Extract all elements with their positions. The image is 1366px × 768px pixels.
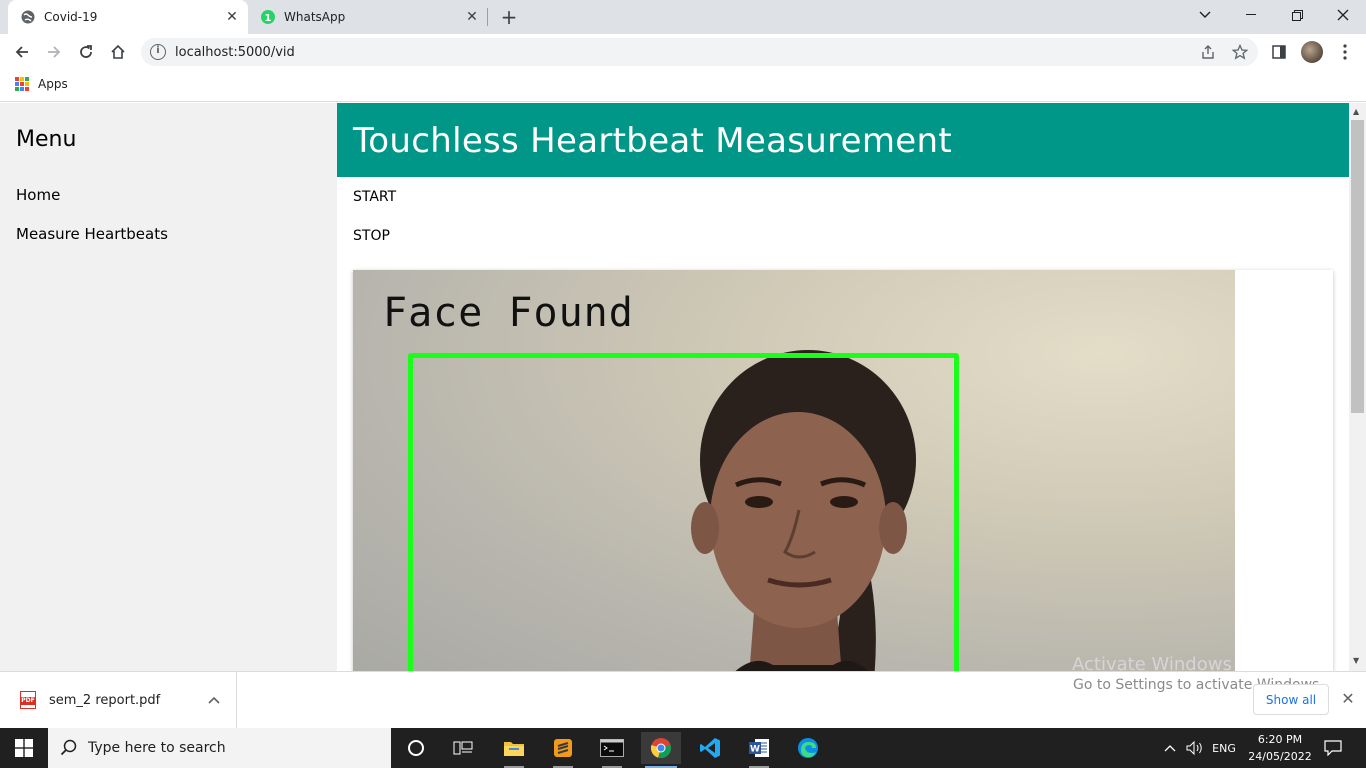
side-panel-icon[interactable] (1268, 41, 1290, 63)
face-found-label: Face Found (383, 290, 634, 336)
cortana-icon[interactable] (396, 732, 436, 764)
profile-avatar[interactable] (1301, 41, 1323, 63)
minimize-button[interactable] (1228, 0, 1274, 30)
download-file-name: sem_2 report.pdf (49, 692, 161, 708)
page-title: Touchless Heartbeat Measurement (353, 121, 953, 161)
show-all-button[interactable]: Show all (1253, 684, 1329, 715)
scroll-down-arrow-icon[interactable]: ▼ (1353, 656, 1359, 665)
system-clock[interactable]: 6:20 PM 24/05/2022 (1248, 731, 1312, 765)
sidebar-title: Menu (16, 127, 77, 152)
new-tab-button[interactable]: + (498, 5, 520, 29)
tab-separator (487, 8, 488, 26)
sidebar-item-measure-heartbeats[interactable]: Measure Heartbeats (16, 225, 168, 243)
show-hidden-icons-chevron-icon[interactable] (1160, 728, 1180, 768)
face-detection-box (408, 353, 959, 671)
bookmarks-bar: Apps (0, 70, 1366, 102)
chrome-icon[interactable] (641, 732, 681, 768)
bookmark-star-icon[interactable] (1230, 42, 1250, 62)
page-scrollbar[interactable]: ▲ ▼ (1349, 103, 1366, 671)
start-menu-button[interactable] (0, 728, 48, 768)
close-download-bar-icon[interactable]: ✕ (1338, 688, 1358, 708)
language-indicator[interactable]: ENG (1208, 728, 1240, 768)
web-page: Menu Home Measure Heartbeats Touchless H… (0, 103, 1366, 671)
restore-button[interactable] (1274, 0, 1320, 30)
more-menu-icon[interactable] (1334, 41, 1356, 63)
close-window-button[interactable] (1320, 0, 1366, 30)
scrollbar-thumb[interactable] (1351, 120, 1364, 413)
search-placeholder: Type here to search (88, 740, 226, 756)
tab-search-icon[interactable] (1182, 0, 1228, 30)
home-button[interactable] (104, 38, 132, 66)
close-tab-icon[interactable]: ✕ (462, 7, 482, 27)
download-bar: Activate Windows Go to Settings to activ… (0, 654, 1366, 728)
sidebar-item-home[interactable]: Home (16, 186, 60, 204)
clock-time: 6:20 PM (1257, 733, 1303, 746)
forward-button[interactable] (40, 38, 68, 66)
taskbar: Type here to search W ENG 6:20 PM 24/05/… (0, 728, 1366, 768)
tab-title: WhatsApp (284, 10, 346, 24)
apps-shortcut[interactable]: Apps (15, 77, 68, 91)
apps-label: Apps (38, 77, 68, 91)
taskbar-search[interactable]: Type here to search (48, 728, 391, 768)
download-item[interactable]: PDF sem_2 report.pdf (0, 672, 237, 728)
video-feed: Face Found (353, 270, 1235, 671)
chevron-up-icon[interactable] (204, 693, 224, 707)
stop-button[interactable]: STOP (353, 228, 390, 244)
scroll-up-arrow-icon[interactable]: ▲ (1353, 107, 1359, 116)
search-icon (60, 739, 77, 756)
word-icon[interactable]: W (739, 732, 779, 768)
windows-logo-icon (15, 739, 33, 757)
terminal-icon[interactable] (592, 732, 632, 768)
pdf-file-icon: PDF (20, 691, 36, 709)
page-header: Touchless Heartbeat Measurement (337, 103, 1349, 177)
task-view-icon[interactable] (443, 732, 483, 764)
apps-grid-icon (15, 77, 29, 91)
clock-date: 24/05/2022 (1248, 750, 1312, 763)
reload-button[interactable] (72, 38, 100, 66)
tab-whatsapp[interactable]: 1 WhatsApp ✕ (248, 0, 488, 34)
file-explorer-icon[interactable] (494, 732, 534, 768)
sublime-text-icon[interactable] (543, 732, 583, 768)
sidebar: Menu Home Measure Heartbeats (0, 103, 337, 671)
edge-icon[interactable] (788, 732, 828, 764)
address-url[interactable]: localhost:5000/vid (175, 45, 295, 60)
share-icon[interactable] (1198, 42, 1218, 62)
tab-covid-19[interactable]: Covid-19 ✕ (8, 0, 248, 34)
svg-text:W: W (750, 745, 760, 755)
tab-strip: Covid-19 ✕ 1 WhatsApp ✕ + (0, 0, 1366, 34)
vscode-icon[interactable] (690, 732, 730, 764)
globe-icon (20, 9, 36, 25)
start-button[interactable]: START (353, 189, 396, 205)
tab-title: Covid-19 (44, 10, 98, 24)
whatsapp-icon: 1 (260, 9, 276, 25)
volume-icon[interactable] (1184, 728, 1206, 768)
back-button[interactable] (8, 38, 36, 66)
site-info-icon[interactable]: i (150, 44, 166, 60)
whatsapp-badge: 1 (265, 13, 272, 24)
address-bar[interactable]: i localhost:5000/vid (141, 38, 1258, 66)
close-tab-icon[interactable]: ✕ (222, 7, 242, 27)
notifications-icon[interactable] (1318, 728, 1348, 768)
activate-windows-title: Activate Windows (1072, 654, 1232, 675)
browser-toolbar: i localhost:5000/vid (0, 34, 1366, 70)
